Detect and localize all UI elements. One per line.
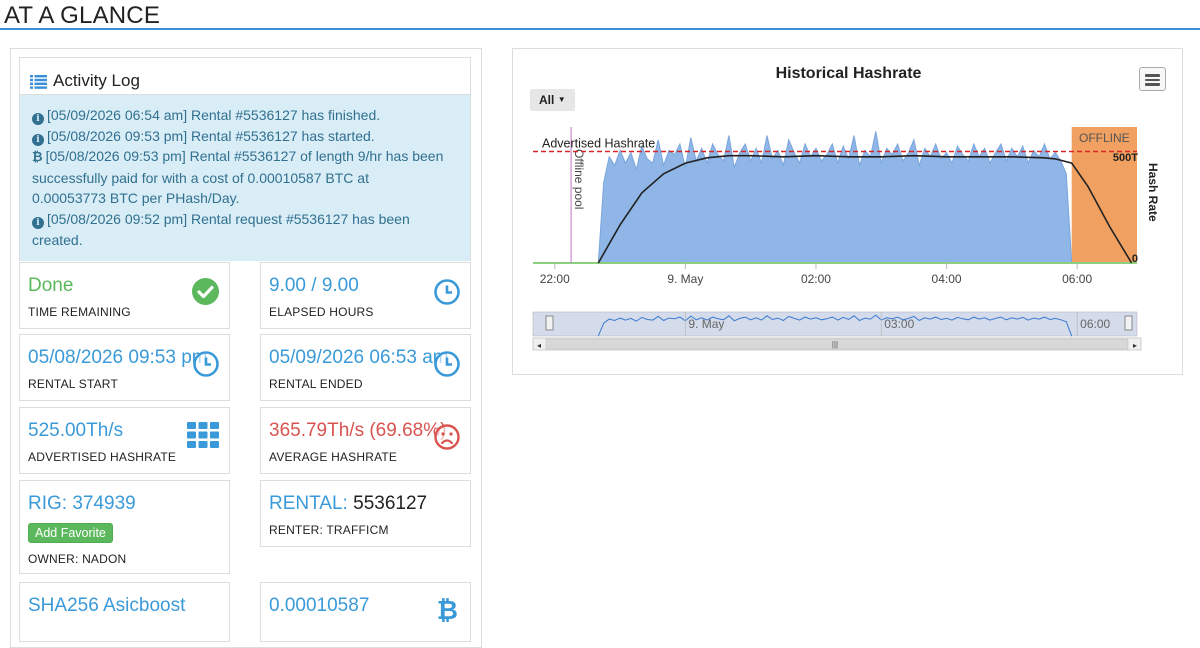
average-hashrate-card: 365.79Th/s (69.68%) AVERAGE HASHRATE [260,407,471,474]
rig-id[interactable]: 374939 [72,493,135,514]
log-entry-text: [05/09/2026 06:54 am] Rental #5536127 ha… [47,107,381,123]
advertised-hashrate-card: 525.00Th/s ADVERTISED HASHRATE [19,407,230,474]
activity-log-title: Activity Log [53,70,140,90]
navigator-tick-label: 9. May [688,317,724,331]
rental-ended-label: RENTAL ENDED [269,377,363,391]
navigator-left-handle[interactable] [545,315,554,331]
log-entry: i [05/08/2026 09:52 pm] Rental request #5… [32,209,460,230]
rig-prefix: RIG: [28,493,68,514]
clock-icon [434,351,460,382]
chart-panel: Historical Hashrate All ▼ OFFLINE Offline… [512,48,1183,375]
log-entry-continuation: created. [32,231,83,248]
activity-log: Activity Log i [05/09/2026 06:54 am] Rent… [19,57,471,261]
check-circle-icon [192,278,219,310]
rental-start-card: 05/08/2026 09:53 pm RENTAL START [19,334,230,401]
log-entry-continuation: 0.00053773 BTC per PHash/Day. [32,190,240,207]
x-tick-label: 22:00 [540,272,570,286]
hashrate-chart: OFFLINE Offline poolAdvertised Hashrate 50… [532,127,1160,351]
scroll-right-arrow-icon[interactable]: ▸ [1133,341,1137,350]
x-tick-label: 9. May [667,272,703,286]
rig-card: RIG: 374939 Add Favorite OWNER: NADON [19,480,230,574]
average-hashrate-label: AVERAGE HASHRATE [269,450,398,464]
rental-ended-card: 05/09/2026 06:53 am RENTAL ENDED [260,334,471,401]
offline-band [1071,127,1137,263]
advertised-hashrate-label: Advertised Hashrate [542,136,655,150]
y-tick-label: 0 [1132,253,1138,265]
renter-label: RENTER: TRAFFICM [269,523,389,537]
clock-icon [434,279,460,310]
rental-value: RENTAL: 5536127 [269,493,427,515]
offline-pool-label: Offline pool [572,149,586,210]
add-favorite-button[interactable]: Add Favorite [28,523,113,543]
elapsed-hours-card: 9.00 / 9.00 ELAPSED HOURS [260,262,471,329]
elapsed-hours-label: ELAPSED HOURS [269,305,374,319]
elapsed-hours-value: 9.00 / 9.00 [269,275,359,296]
scroll-left-arrow-icon[interactable]: ◂ [537,341,541,350]
rental-ended-value: 05/09/2026 06:53 am [269,347,449,368]
log-entry-text: [05/08/2026 09:53 pm] Rental #5536127 ha… [47,127,375,144]
log-entry-text: [05/08/2026 09:52 pm] Rental request #55… [47,210,410,227]
offline-label: OFFLINE [1079,131,1130,145]
y-axis-title: Hash Rate [1146,163,1160,222]
time-remaining-value: Done [28,275,74,296]
navigator-mask[interactable] [532,311,1138,337]
log-entry-text: [05/08/2026 09:53 pm] Rental #5536127 of… [45,148,444,165]
x-tick-label: 02:00 [801,272,831,286]
info-icon: i [32,216,44,229]
x-tick-label: 06:00 [1062,272,1092,286]
rental-start-value: 05/08/2026 09:53 pm [28,347,208,368]
activity-log-header: Activity Log [20,58,470,95]
time-remaining-label: TIME REMAINING [28,305,131,319]
frown-icon [434,424,460,455]
rental-start-label: RENTAL START [28,377,118,391]
scrollbar-grip-icon: ||| [832,340,838,349]
log-entry: i [05/08/2026 09:53 pm] Rental #5536127 h… [32,126,460,147]
time-remaining-card: Done TIME REMAINING [19,262,230,329]
x-tick-label: 04:00 [932,272,962,286]
advertised-hashrate-label: ADVERTISED HASHRATE [28,450,177,464]
log-entry: ₿ [05/08/2026 09:53 pm] Rental #5536127 o… [32,146,460,168]
title-divider [0,28,1200,30]
rental-prefix: RENTAL: [269,493,348,514]
cost-value: 0.00010587 [269,595,370,616]
bitcoin-icon: ₿ [436,596,458,626]
clock-icon [193,351,219,382]
cost-card: 0.00010587 ₿ [260,582,471,642]
log-entry-continuation: successfully paid for with a cost of 0.0… [32,169,369,186]
bitcoin-icon: ₿ [32,149,43,165]
rental-card: RENTAL: 5536127 RENTER: TRAFFICM [260,480,471,547]
algorithm-card: SHA256 Asicboost [19,582,230,642]
y-tick-label: 500T [1113,152,1138,164]
owner-label: OWNER: NADON [28,552,127,566]
rig-value: RIG: 374939 [28,493,136,515]
list-icon [30,74,47,89]
rental-id: 5536127 [353,493,428,514]
activity-log-body: i [05/09/2026 06:54 am] Rental #5536127 h… [20,95,470,261]
page-title: AT A GLANCE [4,2,161,29]
advertised-hashrate-value: 525.00Th/s [28,420,124,441]
navigator-tick-label: 06:00 [1080,317,1110,331]
algorithm-value: SHA256 Asicboost [28,595,186,616]
average-hashrate-value: 365.79Th/s (69.68%) [269,420,447,441]
grid-icon [187,422,219,453]
navigator-tick-label: 03:00 [884,317,914,331]
log-entry: i [05/09/2026 06:54 am] Rental #5536127 h… [32,105,460,126]
info-icon: i [32,113,44,125]
navigator-right-handle[interactable] [1124,315,1133,331]
info-icon: i [32,133,44,146]
